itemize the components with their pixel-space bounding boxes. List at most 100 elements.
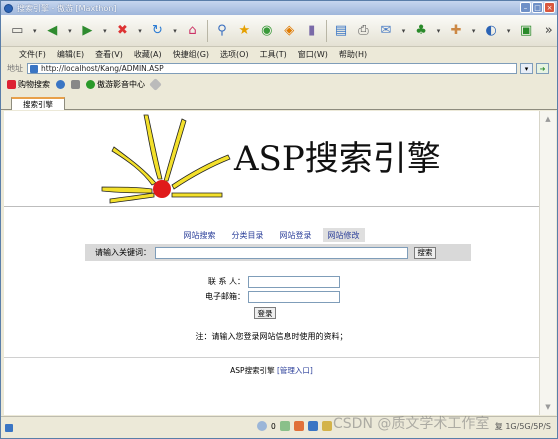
- overflow-icon[interactable]: »: [540, 21, 556, 41]
- tab-strip: 搜索引擎: [1, 95, 557, 110]
- nav-site-login[interactable]: 网站登录: [275, 228, 317, 242]
- browser-window: 搜索引擎 - 傲游 [Maxthon] – □ × ▭ ▾ ◀ ▾ ▶ ▾ ✖ …: [0, 0, 558, 439]
- search-icon[interactable]: ⚲: [214, 21, 230, 41]
- site-logo-icon: [101, 114, 231, 204]
- browser-dropdown-icon[interactable]: ▾: [505, 21, 512, 41]
- stop-dropdown-icon[interactable]: ▾: [137, 21, 144, 41]
- clock-icon[interactable]: [257, 421, 267, 431]
- forward-icon[interactable]: ▶: [79, 21, 95, 41]
- tab-label: 搜索引擎: [23, 100, 53, 109]
- toolbar-divider: [325, 19, 327, 42]
- scroll-down-icon[interactable]: ▼: [542, 401, 554, 413]
- status-tools: 0: [257, 421, 332, 431]
- email-input[interactable]: [248, 290, 340, 303]
- link-media[interactable]: 傲游影音中心: [86, 79, 145, 90]
- footer-text: ASP搜索引擎: [230, 366, 275, 375]
- menu-options[interactable]: 选项(O): [220, 49, 249, 60]
- address-input[interactable]: http://localhost/Kang/ADMIN.ASP: [27, 63, 517, 74]
- notes-icon[interactable]: ▮: [303, 21, 319, 41]
- menu-view[interactable]: 查看(V): [95, 49, 123, 60]
- login-note: 注：请输入您登录网站信息时使用的资料；: [195, 332, 348, 341]
- maxthon-icon: [4, 3, 13, 13]
- login-form: 联 系 人： 电子邮箱：: [194, 274, 340, 304]
- back-icon[interactable]: ◀: [44, 21, 60, 41]
- layout-icon[interactable]: ▤: [333, 21, 349, 41]
- address-dropdown-icon[interactable]: ▾: [520, 63, 533, 74]
- translate-icon[interactable]: ♣: [413, 21, 429, 41]
- link-edit[interactable]: [56, 80, 65, 89]
- favorite-icon: [149, 78, 162, 91]
- media-icon: [86, 80, 95, 89]
- menu-bar: 文件(F) 编辑(E) 查看(V) 收藏(A) 快捷组(G) 选项(O) 工具(…: [1, 48, 557, 60]
- mail-icon[interactable]: ✉: [378, 21, 394, 41]
- search-button[interactable]: 搜索: [414, 246, 436, 259]
- vertical-scrollbar[interactable]: ▲ ▼: [539, 111, 556, 415]
- back-dropdown-icon[interactable]: ▾: [67, 21, 74, 41]
- plugins-icon[interactable]: ✚: [448, 21, 464, 41]
- address-bar: 地址 http://localhost/Kang/ADMIN.ASP ▾ ➜: [1, 62, 557, 75]
- minimize-button[interactable]: –: [520, 2, 531, 13]
- menu-file[interactable]: 文件(F): [19, 49, 46, 60]
- stop-icon[interactable]: ✖: [114, 21, 130, 41]
- main-toolbar: ▭ ▾ ◀ ▾ ▶ ▾ ✖ ▾ ↻ ▾ ⌂ ⚲ ★ ◉ ◈ ▮ ▤ ⎙ ✉ ▾ …: [1, 15, 557, 47]
- page-content: ASP搜索引擎 网站搜索 分类目录 网站登录 网站修改 请输入关键词： 搜索 联…: [4, 111, 539, 415]
- refresh-icon[interactable]: ↻: [149, 21, 165, 41]
- email-label: 电子邮箱：: [205, 292, 245, 301]
- home-icon[interactable]: ⌂: [184, 21, 200, 41]
- history-icon[interactable]: ◉: [259, 21, 275, 41]
- maximize-button[interactable]: □: [532, 2, 543, 13]
- menu-tools[interactable]: 工具(T): [260, 49, 287, 60]
- feed-icon[interactable]: ◈: [281, 21, 297, 41]
- link-shopping[interactable]: 购物搜索: [7, 79, 50, 90]
- header-divider: [4, 206, 539, 207]
- admin-link[interactable]: [管理入口]: [277, 366, 313, 375]
- new-page-icon[interactable]: ▭: [9, 21, 25, 41]
- menu-favorites[interactable]: 收藏(A): [134, 49, 162, 60]
- search-label: 请输入关键词：: [95, 248, 151, 257]
- nav-category-directory[interactable]: 分类目录: [227, 228, 269, 242]
- menu-edit[interactable]: 编辑(E): [57, 49, 84, 60]
- status-right-text: 复 1G/5G/5P/S: [494, 422, 551, 431]
- browser-icon[interactable]: ◐: [483, 21, 499, 41]
- network-icon[interactable]: [279, 421, 290, 431]
- contact-label: 联 系 人：: [207, 277, 245, 286]
- link-favorite[interactable]: [149, 78, 162, 91]
- nav-site-search[interactable]: 网站搜索: [179, 228, 221, 242]
- mail-dropdown-icon[interactable]: ▾: [400, 21, 407, 41]
- favorites-icon[interactable]: ★: [236, 21, 252, 41]
- menu-groups[interactable]: 快捷组(G): [173, 49, 209, 60]
- address-label: 地址: [7, 64, 23, 73]
- login-button[interactable]: 登录: [254, 307, 276, 319]
- contact-input[interactable]: [248, 275, 340, 288]
- search-input[interactable]: [155, 246, 408, 259]
- shopping-icon: [7, 80, 16, 89]
- title-bar: 搜索引擎 - 傲游 [Maxthon] – □ ×: [1, 1, 557, 15]
- forward-dropdown-icon[interactable]: ▾: [102, 21, 109, 41]
- new-dropdown-icon[interactable]: ▾: [31, 21, 38, 41]
- link-label: 购物搜索: [18, 80, 50, 89]
- close-button[interactable]: ×: [544, 2, 555, 13]
- translate-dropdown-icon[interactable]: ▾: [435, 21, 442, 41]
- menu-help[interactable]: 帮助(H): [339, 49, 367, 60]
- refresh-dropdown-icon[interactable]: ▾: [172, 21, 179, 41]
- link-tools[interactable]: [71, 80, 80, 89]
- toolbar-divider: [206, 19, 208, 42]
- plugins-dropdown-icon[interactable]: ▾: [470, 21, 477, 41]
- page-icon: [30, 64, 38, 73]
- menu-window[interactable]: 窗口(W): [298, 49, 328, 60]
- window-title: 搜索引擎 - 傲游 [Maxthon]: [17, 3, 117, 13]
- status-bar: 0 复 1G/5G/5P/S: [1, 416, 557, 438]
- window-list-icon[interactable]: ▣: [518, 21, 534, 41]
- mute-icon[interactable]: [321, 421, 332, 431]
- ad-block-icon[interactable]: [307, 421, 318, 431]
- go-icon[interactable]: ➜: [536, 63, 549, 74]
- nav-site-edit[interactable]: 网站修改: [322, 228, 365, 242]
- tools-icon: [71, 80, 80, 89]
- print-icon[interactable]: ⎙: [355, 21, 371, 41]
- page-status-icon: [5, 423, 13, 432]
- scroll-up-icon[interactable]: ▲: [542, 113, 554, 125]
- address-url: http://localhost/Kang/ADMIN.ASP: [41, 64, 164, 73]
- tab-search-engine[interactable]: 搜索引擎: [11, 97, 65, 110]
- site-title: ASP搜索引擎: [234, 139, 441, 179]
- popup-block-icon[interactable]: [293, 421, 304, 431]
